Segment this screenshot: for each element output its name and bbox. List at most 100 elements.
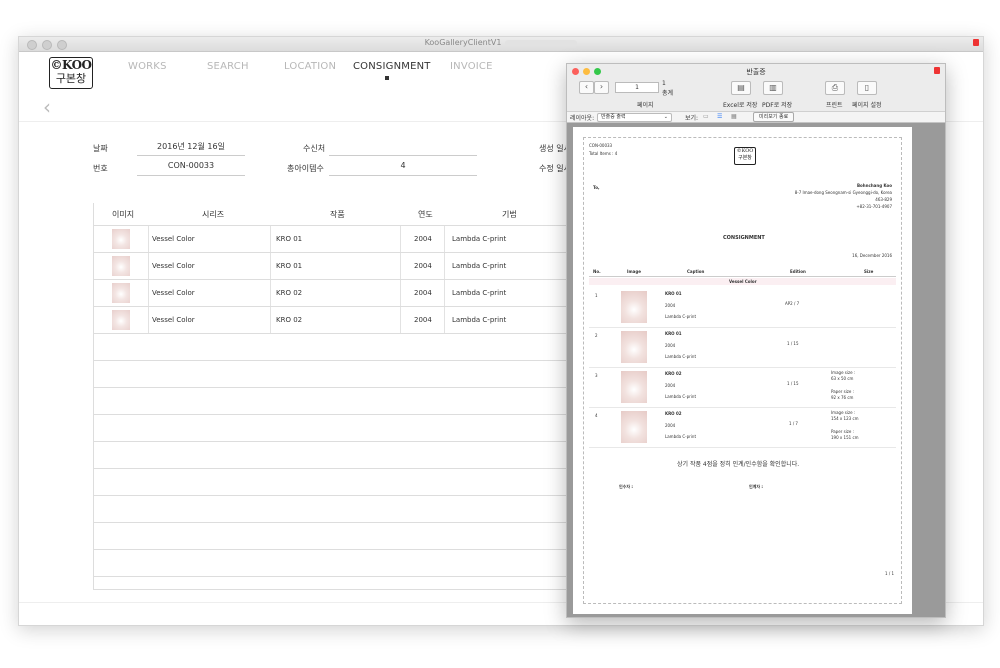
doc-item-paper-size: 92 x 76 cm: [831, 395, 854, 400]
doc-to-label: To,: [593, 185, 600, 190]
artwork-thumbnail[interactable]: [112, 283, 130, 303]
col-header-work: 작품: [330, 210, 345, 219]
page-setup-icon[interactable]: ▯: [857, 81, 877, 95]
artwork-thumbnail[interactable]: [112, 310, 130, 330]
prev-page-button[interactable]: ‹: [579, 81, 594, 94]
exit-preview-button[interactable]: 미리보기 종료: [753, 112, 795, 122]
page-label: 페이지: [637, 102, 654, 109]
col-header-image: 이미지: [112, 210, 135, 219]
doc-item-title: KRO 01: [665, 331, 682, 336]
layout-select-value: 반출증 출력: [601, 114, 626, 120]
recipient-field[interactable]: [329, 141, 477, 156]
number-label: 번호: [93, 164, 108, 173]
page-number-input[interactable]: 1: [615, 82, 659, 93]
cell-work: KRO 02: [276, 289, 303, 297]
cell-technique: Lambda C-print: [452, 316, 507, 324]
pdf-export-icon[interactable]: ▥: [763, 81, 783, 95]
doc-item-thumbnail: [621, 291, 647, 323]
nav-location[interactable]: LOCATION: [284, 61, 336, 72]
cell-year: 2004: [414, 262, 432, 270]
doc-sender-zip: 463-829: [875, 197, 892, 202]
doc-total-items: Total Items : 4: [589, 151, 618, 156]
col-header-series: 시리즈: [202, 210, 225, 219]
doc-item-no: 2: [595, 333, 598, 338]
total-items-label: 총아이템수: [287, 164, 324, 173]
doc-row-line: [589, 367, 896, 368]
doc-sender-name: Bohnchang Koo: [856, 183, 892, 188]
doc-receiver-label: 인수자 :: [619, 484, 634, 489]
excel-export-label[interactable]: Excel로 저장: [723, 100, 757, 109]
doc-header-line: [589, 276, 896, 277]
cell-series: Vessel Color: [152, 289, 195, 297]
doc-item-edition: 1 / 7: [789, 421, 798, 426]
view-label: 보기:: [685, 115, 699, 122]
doc-series: Vessel Color: [729, 279, 757, 284]
redacted-title-text: [505, 39, 578, 46]
artwork-thumbnail[interactable]: [112, 229, 130, 249]
column-divider: [444, 226, 445, 252]
cell-work: KRO 02: [276, 316, 303, 324]
cell-series: Vessel Color: [152, 262, 195, 270]
preview-canvas: CON-00033 Total Items : 4 ©KOO 구본창 To, Bo…: [567, 123, 945, 617]
doc-item-technique: Lambda C-print: [665, 394, 697, 399]
doc-col-caption: Caption: [687, 269, 705, 274]
total-label: 총계: [662, 90, 674, 97]
column-divider: [270, 307, 271, 333]
date-label: 날짜: [93, 144, 108, 153]
print-icon[interactable]: ⎙: [825, 81, 845, 95]
column-divider: [400, 307, 401, 333]
column-divider: [400, 253, 401, 279]
doc-item-image-size-label: Image size :: [831, 370, 856, 375]
column-divider: [148, 280, 149, 306]
cell-year: 2004: [414, 316, 432, 324]
doc-item-edition: 1 / 15: [787, 341, 799, 346]
doc-row-line: [589, 327, 896, 328]
column-divider: [400, 226, 401, 252]
nav-works[interactable]: WORKS: [128, 61, 167, 72]
doc-date: 16, December 2016: [852, 253, 892, 258]
back-chevron-icon[interactable]: ‹: [43, 95, 51, 119]
cell-year: 2004: [414, 235, 432, 243]
doc-item-technique: Lambda C-print: [665, 434, 697, 439]
doc-row-line: [589, 407, 896, 408]
doc-row-line: [589, 447, 896, 448]
nav-search[interactable]: SEARCH: [207, 61, 249, 72]
next-page-button[interactable]: ›: [594, 81, 609, 94]
print-label[interactable]: 프린트: [826, 100, 843, 109]
column-divider: [270, 253, 271, 279]
view-list-icon[interactable]: ☰: [717, 113, 722, 120]
cell-technique: Lambda C-print: [452, 262, 507, 270]
lock-icon[interactable]: [934, 67, 940, 74]
preview-title-bar: 반출증: [567, 64, 945, 79]
view-form-icon[interactable]: ▭: [703, 113, 709, 120]
date-field[interactable]: 2016년 12월 16일: [137, 141, 245, 156]
layout-select[interactable]: 반출증 출력 ⌄: [597, 113, 672, 122]
doc-item-image-size: 154 x 123 cm: [831, 416, 859, 421]
koo-logo[interactable]: ©KOO 구본창: [49, 57, 93, 89]
doc-item-title: KRO 02: [665, 371, 682, 376]
excel-export-icon[interactable]: ▤: [731, 81, 751, 95]
column-divider: [270, 226, 271, 252]
doc-col-size: Size: [864, 269, 874, 274]
doc-item-no: 4: [595, 413, 598, 418]
view-table-icon[interactable]: ▦: [731, 113, 737, 120]
column-divider: [400, 280, 401, 306]
cell-technique: Lambda C-print: [452, 289, 507, 297]
doc-item-paper-size-label: Paper size :: [831, 389, 854, 394]
pdf-export-label[interactable]: PDF로 저장: [762, 100, 792, 109]
artwork-thumbnail[interactable]: [112, 256, 130, 276]
doc-sender-phone: +82-31-701-4907: [856, 204, 892, 209]
page-setup-label[interactable]: 페이지 설정: [852, 100, 882, 109]
doc-item-year: 2004: [665, 343, 676, 348]
nav-invoice[interactable]: INVOICE: [450, 61, 493, 72]
layout-label: 레이아웃:: [570, 115, 595, 122]
number-field[interactable]: CON-00033: [137, 161, 245, 176]
doc-item-year: 2004: [665, 423, 676, 428]
preview-toolbar: ‹ › 1 1 총계 페이지 ▤ Excel로 저장 ▥ PDF로 저장 ⎙ 프…: [567, 79, 945, 111]
doc-giver-label: 인계자 :: [749, 484, 764, 489]
lock-icon[interactable]: [973, 39, 979, 46]
total-items-field[interactable]: 4: [329, 161, 477, 176]
col-header-technique: 기법: [502, 210, 517, 219]
doc-item-thumbnail: [621, 331, 647, 363]
nav-consignment[interactable]: CONSIGNMENT: [353, 61, 431, 72]
